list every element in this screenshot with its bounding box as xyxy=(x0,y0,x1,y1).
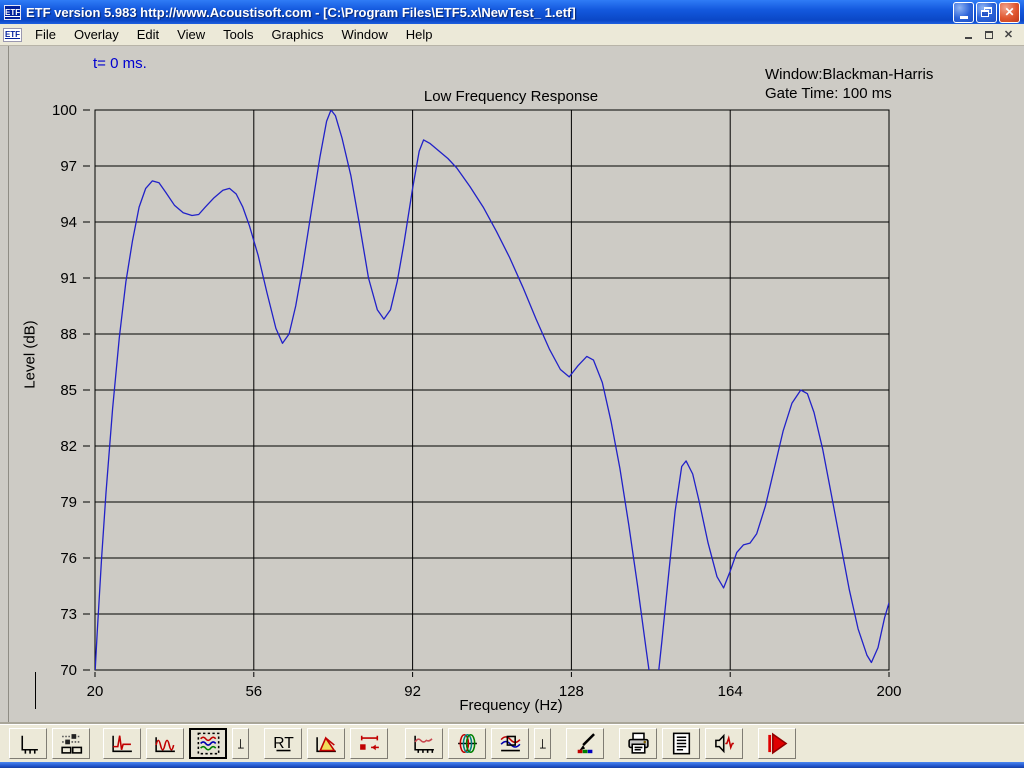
brush-icon xyxy=(577,733,595,754)
x-axis-label: Frequency (Hz) xyxy=(459,697,563,714)
close-button[interactable]: ✕ xyxy=(999,1,1020,23)
gate-arrows-icon xyxy=(359,735,379,751)
corner-axis-icon xyxy=(540,738,546,748)
gate-time-button[interactable] xyxy=(350,728,388,759)
graph-axes-button[interactable] xyxy=(9,728,47,759)
frequency-response-button[interactable] xyxy=(189,728,227,759)
mdi-minimize-button[interactable] xyxy=(960,27,977,42)
bottom-toolbar: RT xyxy=(0,724,1024,762)
svg-text:RT: RT xyxy=(273,735,294,752)
corner-axis-icon xyxy=(238,738,244,748)
menu-bar: ETF File Overlay Edit View Tools Graphics Wind… xyxy=(0,24,1024,46)
window-function-label: Window:Blackman-Harris xyxy=(765,66,934,83)
minimize-button[interactable] xyxy=(953,1,974,23)
printer-icon xyxy=(627,732,649,754)
mdi-close-button[interactable]: ✕ xyxy=(1000,27,1017,42)
smoothed-response-button[interactable] xyxy=(405,728,443,759)
y-tick-label-85: 85 xyxy=(60,382,77,399)
app-icon[interactable]: ETF xyxy=(4,4,21,20)
menu-item-file[interactable]: File xyxy=(26,25,65,44)
level-settings-button[interactable] xyxy=(52,728,90,759)
multicurve-icon xyxy=(197,732,219,755)
title-bar: ETF ETF version 5.983 http://www.Acousti… xyxy=(0,0,1024,24)
frequency-response-plot: 20 56 92 128 164 20010097949188858279767370 xyxy=(52,102,902,700)
overlay-icon xyxy=(500,735,520,752)
mdi-restore-icon xyxy=(984,30,993,39)
corner-marker-2-button[interactable] xyxy=(534,728,551,759)
impulse-icon xyxy=(111,735,132,753)
waterfall-button[interactable] xyxy=(307,728,345,759)
window-title: ETF version 5.983 http://www.Acoustisoft… xyxy=(26,4,576,20)
axis-corner-mark xyxy=(35,672,36,709)
speaker-test-button[interactable] xyxy=(705,728,743,759)
phase-button[interactable] xyxy=(448,728,486,759)
report-button[interactable] xyxy=(662,728,700,759)
y-tick-label-94: 94 xyxy=(60,214,77,231)
menu-item-overlay[interactable]: Overlay xyxy=(65,25,128,44)
menu-item-view[interactable]: View xyxy=(168,25,214,44)
mdi-minimize-icon xyxy=(965,37,972,39)
rt-icon: RT xyxy=(273,735,294,752)
document-icon xyxy=(672,732,690,755)
close-icon: ✕ xyxy=(1004,5,1015,19)
overlay-compare-button[interactable] xyxy=(491,728,529,759)
restore-icon xyxy=(981,7,992,17)
speaker-icon xyxy=(714,733,734,754)
y-tick-label-79: 79 xyxy=(60,494,77,511)
y-tick-label-73: 73 xyxy=(60,606,77,623)
chart-area: 20 56 92 128 164 200 100 97 94 91 88 85 82 79 76 73 70 t… xyxy=(0,46,1024,724)
menu-items: File Overlay Edit View Tools Graphics Window He… xyxy=(26,25,442,44)
rt60-button[interactable]: RT xyxy=(264,728,302,759)
time-annotation: t= 0 ms. xyxy=(93,55,147,72)
response-curve xyxy=(95,110,889,670)
y-tick-label-91: 91 xyxy=(60,270,77,287)
toolbar-buttons: RT xyxy=(9,728,801,759)
y-axis-label: Level (dB) xyxy=(21,320,39,389)
menu-item-tools[interactable]: Tools xyxy=(214,25,262,44)
minimize-icon xyxy=(959,15,968,19)
window-bottom-border xyxy=(0,762,1024,768)
menu-item-graphics[interactable]: Graphics xyxy=(262,25,332,44)
sine-sweep-button[interactable] xyxy=(146,728,184,759)
print-button[interactable] xyxy=(619,728,657,759)
run-measurement-button[interactable] xyxy=(758,728,796,759)
play-icon xyxy=(767,732,787,755)
mdi-app-icon[interactable]: ETF xyxy=(3,27,22,42)
mdi-restore-button[interactable] xyxy=(980,27,997,42)
app-window: ETF ETF version 5.983 http://www.Acousti… xyxy=(0,0,1024,768)
waterfall-icon xyxy=(315,736,336,753)
color-settings-button[interactable] xyxy=(566,728,604,759)
y-tick-label-88: 88 xyxy=(60,326,77,343)
y-tick-label-76: 76 xyxy=(60,550,77,567)
gate-time-label: Gate Time: 100 ms xyxy=(765,85,892,102)
window-gate-annotation: Window:Blackman-Harris Gate Time: 100 ms xyxy=(765,65,933,103)
menu-item-window[interactable]: Window xyxy=(333,25,397,44)
restore-button[interactable] xyxy=(976,1,997,23)
y-tick-label-82: 82 xyxy=(60,438,77,455)
phase-loops-icon xyxy=(457,733,477,754)
mdi-controls: ✕ xyxy=(960,27,1021,42)
impulse-response-button[interactable] xyxy=(103,728,141,759)
y-tick-label-100: 100 xyxy=(52,102,77,119)
x-tick-label-20: 20 xyxy=(87,683,104,700)
corner-marker-button[interactable] xyxy=(232,728,249,759)
smoothed-curve-icon xyxy=(413,735,434,753)
menu-item-edit[interactable]: Edit xyxy=(128,25,168,44)
menu-item-help[interactable]: Help xyxy=(397,25,442,44)
sliders-icon xyxy=(60,734,82,754)
y-tick-label-97: 97 xyxy=(60,158,77,175)
y-tick-label-70: 70 xyxy=(60,662,77,679)
mdi-close-icon: ✕ xyxy=(1003,29,1014,41)
axes-icon xyxy=(20,735,38,754)
sine-icon xyxy=(154,737,175,753)
